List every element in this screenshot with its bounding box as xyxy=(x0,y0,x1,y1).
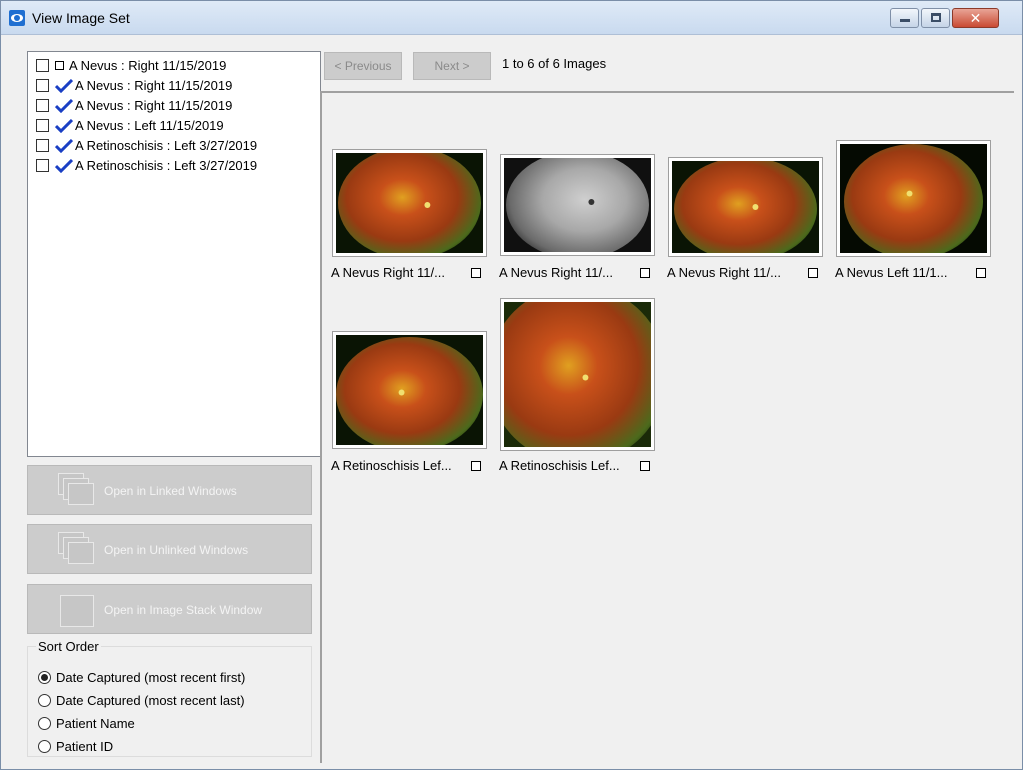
thumbnail-label: A Nevus Right 11/... xyxy=(667,264,781,280)
linked-windows-icon xyxy=(58,473,98,510)
fundus-image xyxy=(488,285,667,464)
list-item[interactable]: A Retinoschisis : Left 3/27/2019 xyxy=(36,156,257,175)
sort-option-patient-name[interactable]: Patient Name xyxy=(38,713,135,733)
series-checkbox[interactable] xyxy=(36,99,49,112)
thumbnail-label: A Retinoschisis Lef... xyxy=(499,457,620,473)
series-label: A Nevus : Right 11/15/2019 xyxy=(75,98,233,113)
maximize-button[interactable] xyxy=(921,8,950,28)
thumbnail-checkbox[interactable] xyxy=(471,268,481,278)
minimize-icon xyxy=(900,19,910,22)
series-checkbox[interactable] xyxy=(36,59,49,72)
thumbnail-panel[interactable]: A Nevus Right 11/... A Nevus Right 11/..… xyxy=(320,91,1014,763)
open-unlinked-windows-button[interactable]: Open in Unlinked Windows xyxy=(27,524,312,574)
thumbnail-checkbox[interactable] xyxy=(976,268,986,278)
series-list[interactable]: A Nevus : Right 11/15/2019 A Nevus : Rig… xyxy=(27,51,321,457)
open-unlinked-label: Open in Unlinked Windows xyxy=(104,543,249,557)
radio-button[interactable] xyxy=(38,739,51,753)
thumbnail-image[interactable] xyxy=(332,331,487,452)
series-checkbox[interactable] xyxy=(36,139,49,152)
thumbnail-checkbox[interactable] xyxy=(471,461,481,471)
image-stack-icon xyxy=(58,592,98,629)
square-icon xyxy=(55,61,64,70)
window-content: A Nevus : Right 11/15/2019 A Nevus : Rig… xyxy=(9,39,1014,763)
series-label: A Nevus : Right 11/15/2019 xyxy=(75,78,233,93)
list-item[interactable]: A Nevus : Right 11/15/2019 xyxy=(36,96,232,115)
thumbnail-image[interactable] xyxy=(488,285,667,464)
sort-order-group: Sort Order Date Captured (most recent fi… xyxy=(27,639,312,757)
close-icon: ✕ xyxy=(969,10,982,26)
unlinked-windows-icon xyxy=(58,532,98,569)
thumbnail-image[interactable] xyxy=(836,140,991,259)
thumbnail-label: A Nevus Right 11/... xyxy=(499,264,613,280)
sort-option-label: Patient Name xyxy=(56,715,135,731)
series-checkbox[interactable] xyxy=(36,79,49,92)
thumbnail-checkbox[interactable] xyxy=(640,268,650,278)
thumbnail-image[interactable] xyxy=(668,157,823,261)
close-button[interactable]: ✕ xyxy=(952,8,999,28)
open-image-stack-window-button[interactable]: Open in Image Stack Window xyxy=(27,584,312,634)
open-stack-label: Open in Image Stack Window xyxy=(104,603,263,617)
series-checkbox[interactable] xyxy=(36,159,49,172)
view-image-set-window: View Image Set ✕ A Nevus : Right 11/15/2… xyxy=(0,0,1023,770)
check-icon xyxy=(55,98,73,113)
minimize-button[interactable] xyxy=(890,8,919,28)
sort-order-legend: Sort Order xyxy=(38,639,99,654)
check-icon xyxy=(55,78,73,93)
sort-option-patient-id[interactable]: Patient ID xyxy=(38,736,113,756)
next-button[interactable]: Next > xyxy=(413,52,491,80)
series-label: A Nevus : Left 11/15/2019 xyxy=(75,118,224,133)
fundus-image xyxy=(336,147,483,259)
sort-option-label: Date Captured (most recent last) xyxy=(56,692,245,708)
series-label: A Retinoschisis : Left 3/27/2019 xyxy=(75,138,258,153)
thumbnail-checkbox[interactable] xyxy=(640,461,650,471)
eye-app-icon xyxy=(9,10,25,26)
sort-option-label: Date Captured (most recent first) xyxy=(56,669,246,685)
sort-option-date-recent-last[interactable]: Date Captured (most recent last) xyxy=(38,690,245,710)
maximize-icon xyxy=(931,13,941,22)
series-label: A Nevus : Right 11/15/2019 xyxy=(69,58,227,73)
series-checkbox[interactable] xyxy=(36,119,49,132)
sort-option-date-recent-first[interactable]: Date Captured (most recent first) xyxy=(38,667,245,687)
radio-button[interactable] xyxy=(38,693,51,707)
fundus-image xyxy=(336,335,483,452)
radio-button[interactable] xyxy=(38,670,51,684)
fundus-image xyxy=(840,144,987,259)
open-linked-windows-button[interactable]: Open in Linked Windows xyxy=(27,465,312,515)
previous-button[interactable]: < Previous xyxy=(324,52,402,80)
sort-option-label: Patient ID xyxy=(56,738,114,754)
thumbnail-label: A Retinoschisis Lef... xyxy=(331,457,452,473)
image-count: 1 to 6 of 6 Images xyxy=(502,56,607,71)
thumbnail-label: A Nevus Right 11/... xyxy=(331,264,445,280)
check-icon xyxy=(55,118,73,133)
title-bar[interactable]: View Image Set ✕ xyxy=(1,1,1022,35)
list-item[interactable]: A Retinoschisis : Left 3/27/2019 xyxy=(36,136,257,155)
list-item[interactable]: A Nevus : Left 11/15/2019 xyxy=(36,116,224,135)
thumbnail-checkbox[interactable] xyxy=(808,268,818,278)
list-item[interactable]: A Nevus : Right 11/15/2019 xyxy=(36,56,226,75)
radio-button[interactable] xyxy=(38,716,51,730)
open-linked-label: Open in Linked Windows xyxy=(104,484,237,498)
fundus-image xyxy=(504,151,651,259)
fundus-image xyxy=(672,157,819,261)
thumbnail-image[interactable] xyxy=(500,151,655,259)
window-title: View Image Set xyxy=(32,10,130,26)
check-icon xyxy=(55,158,73,173)
check-icon xyxy=(55,138,73,153)
thumbnail-label: A Nevus Left 11/1... xyxy=(835,264,948,280)
thumbnail-image[interactable] xyxy=(332,147,487,259)
series-label: A Retinoschisis : Left 3/27/2019 xyxy=(75,158,258,173)
list-item[interactable]: A Nevus : Right 11/15/2019 xyxy=(36,76,232,95)
